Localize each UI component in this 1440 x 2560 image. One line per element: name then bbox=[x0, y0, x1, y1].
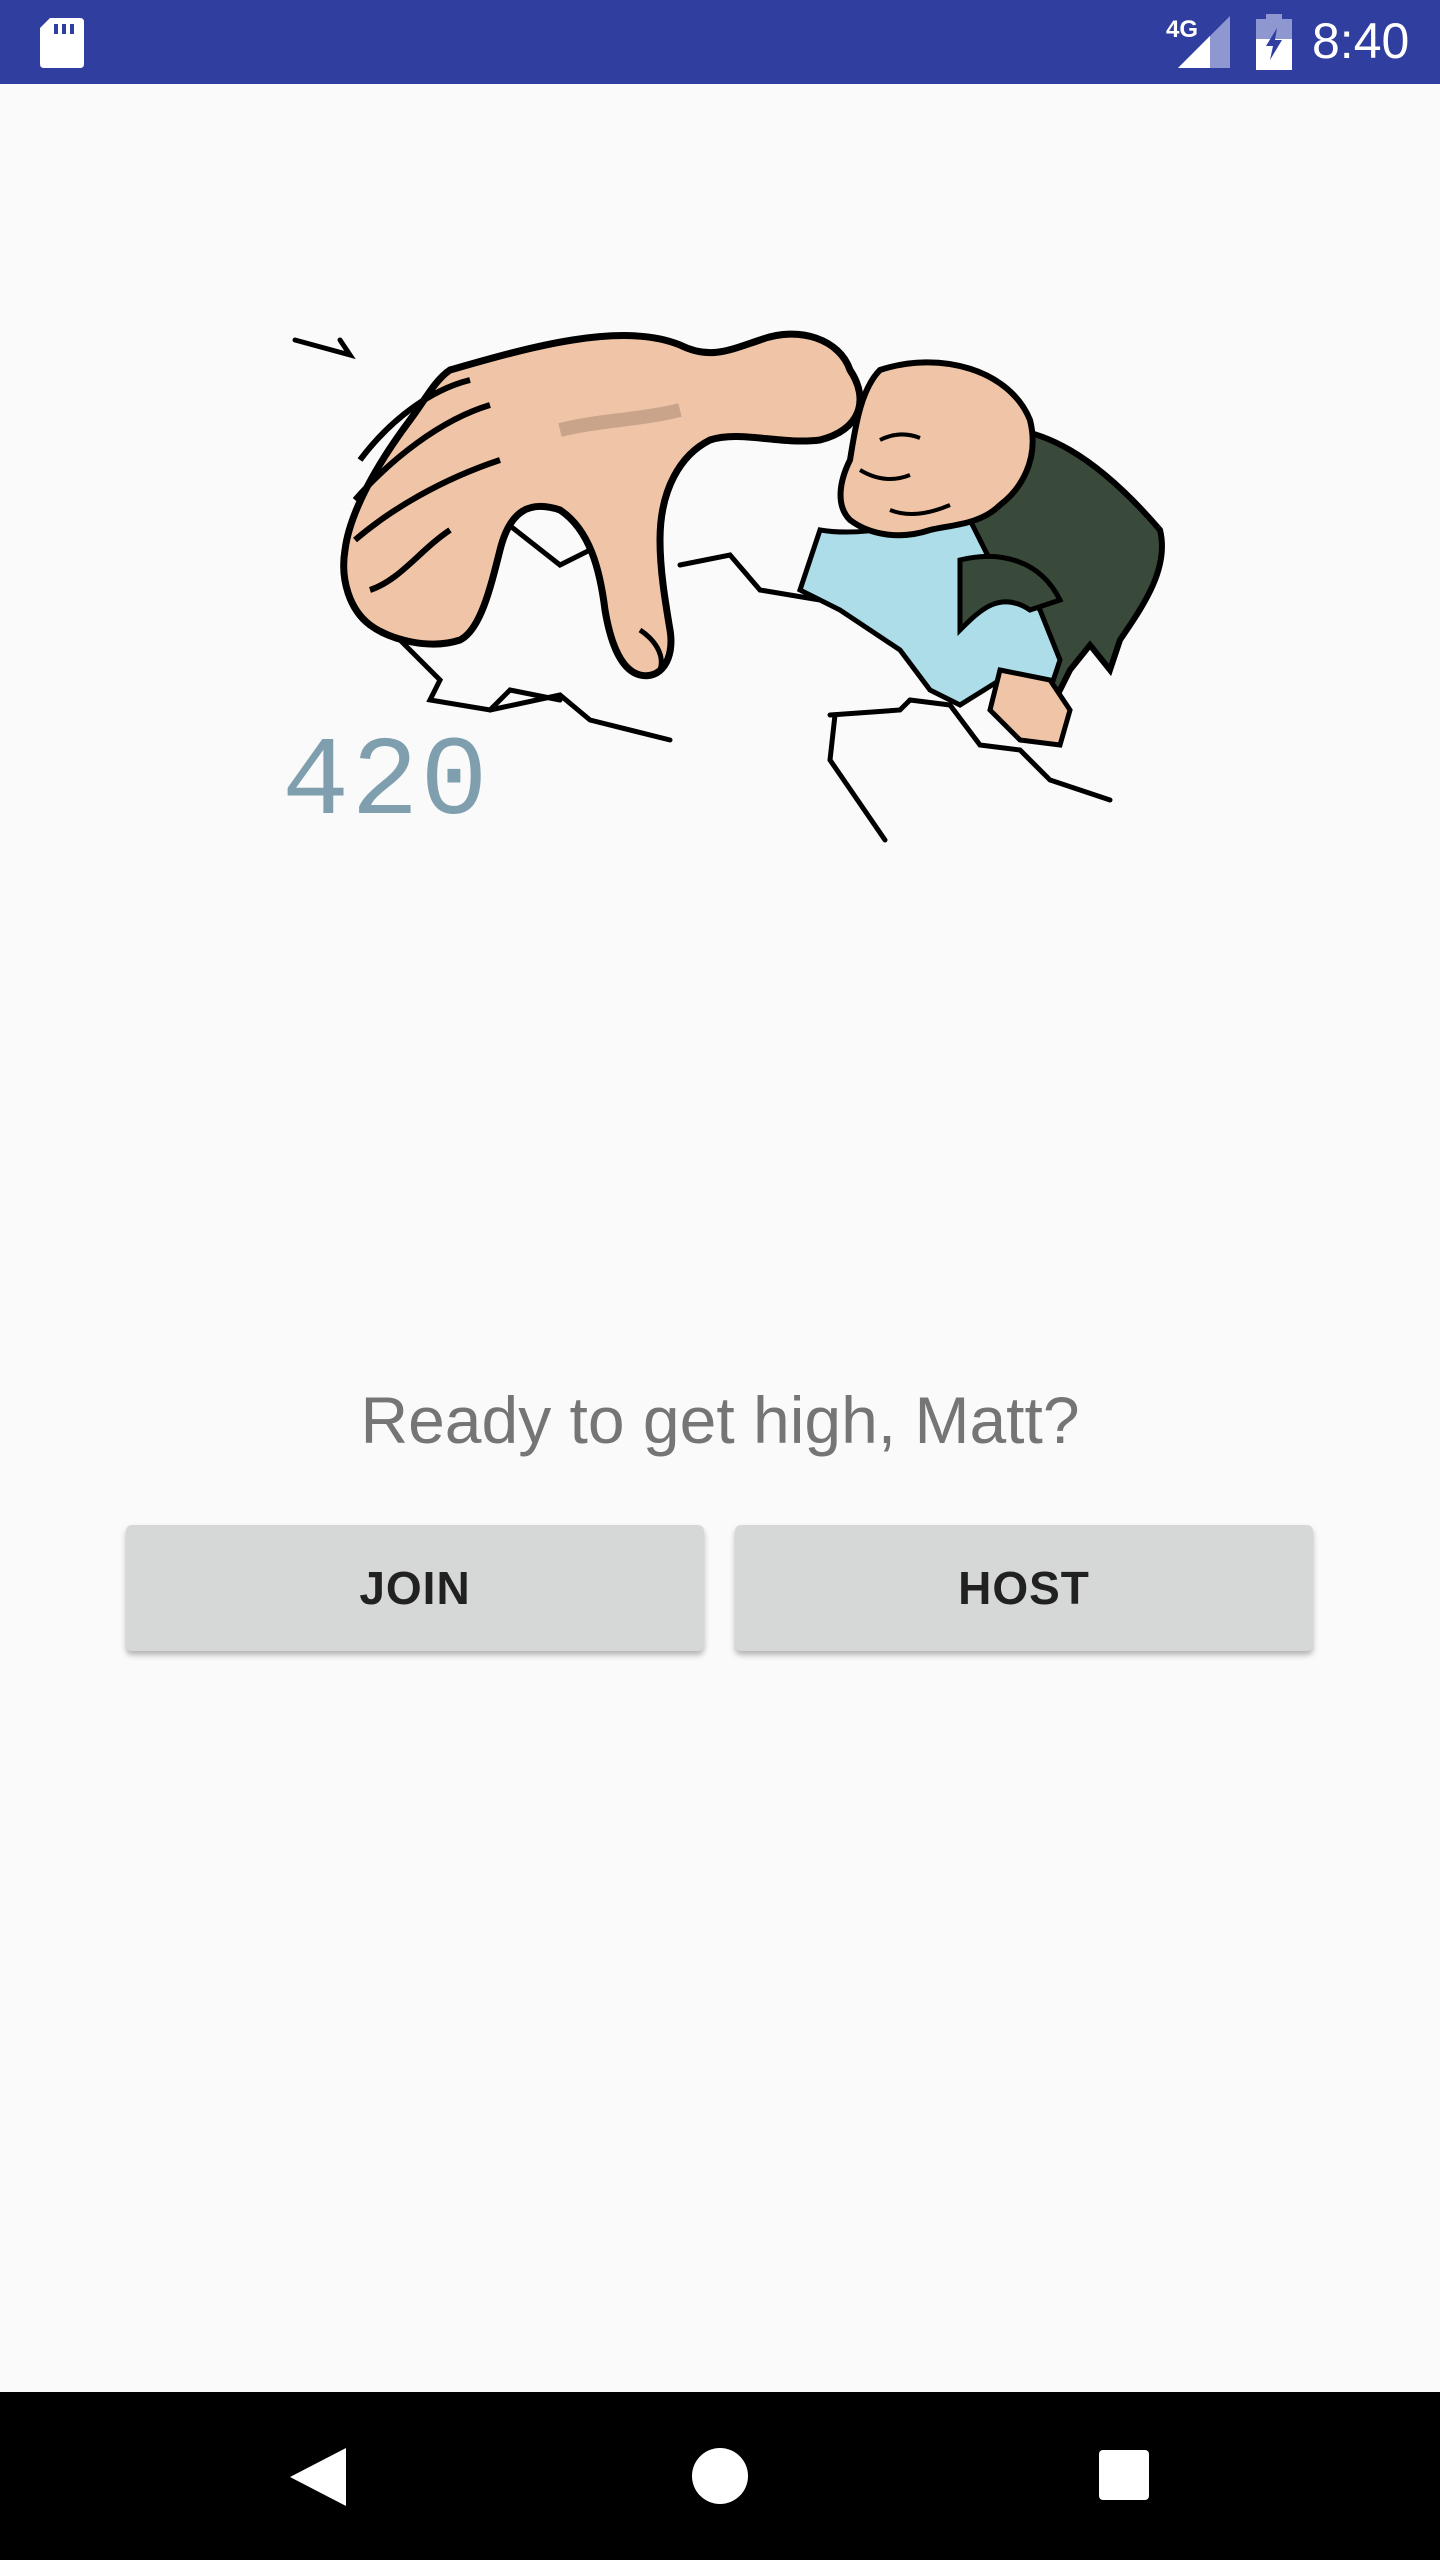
ready-prompt: Ready to get high, Matt? bbox=[360, 1383, 1080, 1457]
clock: 8:40 bbox=[1312, 13, 1410, 69]
back-icon[interactable] bbox=[286, 2446, 348, 2508]
host-button[interactable]: HOST bbox=[735, 1525, 1313, 1651]
status-bar: 4G 8:40 bbox=[0, 0, 1440, 84]
score-counter: 420 bbox=[282, 720, 490, 847]
navigation-bar bbox=[0, 2392, 1440, 2560]
home-icon[interactable] bbox=[690, 2446, 750, 2506]
sd-card-icon bbox=[40, 18, 84, 68]
recents-icon[interactable] bbox=[1097, 2448, 1151, 2502]
signal-icon bbox=[1178, 16, 1230, 68]
battery-charging-icon bbox=[1256, 14, 1292, 70]
join-button[interactable]: JOIN bbox=[126, 1525, 704, 1651]
